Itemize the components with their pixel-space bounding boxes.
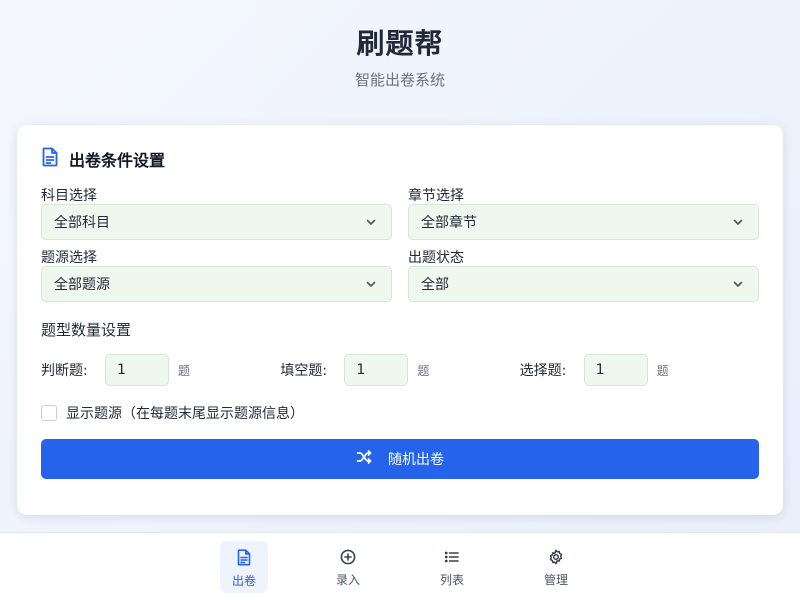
multiple-choice-label: 选择题: (519, 363, 567, 379)
show-source-checkbox[interactable] (41, 405, 57, 421)
source-select[interactable]: 全部题源 (41, 266, 392, 302)
chevron-down-icon (365, 278, 377, 294)
chapter-select[interactable]: 全部章节 (408, 204, 759, 240)
subject-field: 科目选择 全部科目 (41, 188, 392, 240)
shuffle-icon (356, 449, 388, 469)
plus-circle-icon (340, 549, 356, 571)
card-title: 出卷条件设置 (69, 151, 166, 170)
nav-label-list: 列表 (439, 573, 464, 587)
nav-item-exam[interactable]: 出卷 (220, 541, 268, 593)
source-value: 全部题源 (54, 277, 110, 293)
document-icon (236, 549, 252, 572)
multiple-choice-unit: 题 (656, 363, 669, 378)
exam-settings-card: 出卷条件设置 科目选择 全部科目 章节选择 全部章节 题源选择 全部题源 出题状… (17, 125, 783, 515)
true-false-label: 判断题: (41, 363, 88, 379)
list-icon (444, 549, 460, 571)
bottom-nav: 出卷 录入 列表 管理 (0, 532, 800, 600)
nav-label-entry: 录入 (335, 573, 360, 587)
chevron-down-icon (365, 216, 377, 232)
chapter-field: 章节选择 全部章节 (408, 188, 759, 240)
app-header: 刷题帮 智能出卷系统 (0, 0, 800, 124)
nav-item-entry[interactable]: 录入 (324, 541, 372, 593)
quantity-row: 判断题: 1 题 填空题: 1 题 选择题: 1 题 (41, 354, 759, 386)
status-value: 全部 (421, 277, 449, 293)
nav-label-exam: 出卷 (231, 574, 256, 588)
true-false-count-input[interactable]: 1 (105, 354, 169, 386)
fill-blank-unit: 题 (417, 363, 430, 378)
generate-exam-label: 随机出卷 (388, 452, 444, 468)
document-icon (41, 147, 69, 171)
card-header: 出卷条件设置 (41, 147, 759, 171)
nav-item-list[interactable]: 列表 (428, 541, 476, 593)
chevron-down-icon (732, 278, 744, 294)
subject-value: 全部科目 (54, 215, 110, 231)
show-source-label[interactable]: 显示题源（在每题末尾显示题源信息） (66, 403, 304, 423)
source-field: 题源选择 全部题源 (41, 250, 392, 302)
status-field: 出题状态 全部 (408, 250, 759, 302)
generate-exam-button[interactable]: 随机出卷 (41, 439, 759, 479)
subject-label: 科目选择 (41, 188, 97, 204)
nav-label-manage: 管理 (543, 573, 568, 587)
true-false-quantity: 判断题: 1 题 (41, 354, 280, 386)
fill-blank-quantity: 填空题: 1 题 (280, 354, 519, 386)
chapter-value: 全部章节 (421, 215, 477, 231)
status-label: 出题状态 (408, 250, 464, 266)
source-label: 题源选择 (41, 250, 97, 266)
true-false-unit: 题 (178, 363, 191, 378)
gear-icon (548, 549, 564, 571)
app-subtitle: 智能出卷系统 (354, 71, 445, 89)
status-select[interactable]: 全部 (408, 266, 759, 302)
fill-blank-label: 填空题: (280, 363, 328, 379)
multiple-choice-quantity: 选择题: 1 题 (520, 354, 759, 386)
app-title: 刷题帮 (356, 27, 444, 60)
fill-blank-count-input[interactable]: 1 (344, 354, 409, 386)
filter-grid: 科目选择 全部科目 章节选择 全部章节 题源选择 全部题源 出题状态 全部 (41, 188, 759, 312)
show-source-option: 显示题源（在每题末尾显示题源信息） (41, 403, 759, 423)
chapter-label: 章节选择 (408, 188, 464, 204)
multiple-choice-count-input[interactable]: 1 (583, 354, 648, 386)
subject-select[interactable]: 全部科目 (41, 204, 392, 240)
nav-item-manage[interactable]: 管理 (532, 541, 580, 593)
chevron-down-icon (732, 216, 744, 232)
quantity-section-label: 题型数量设置 (41, 321, 132, 339)
